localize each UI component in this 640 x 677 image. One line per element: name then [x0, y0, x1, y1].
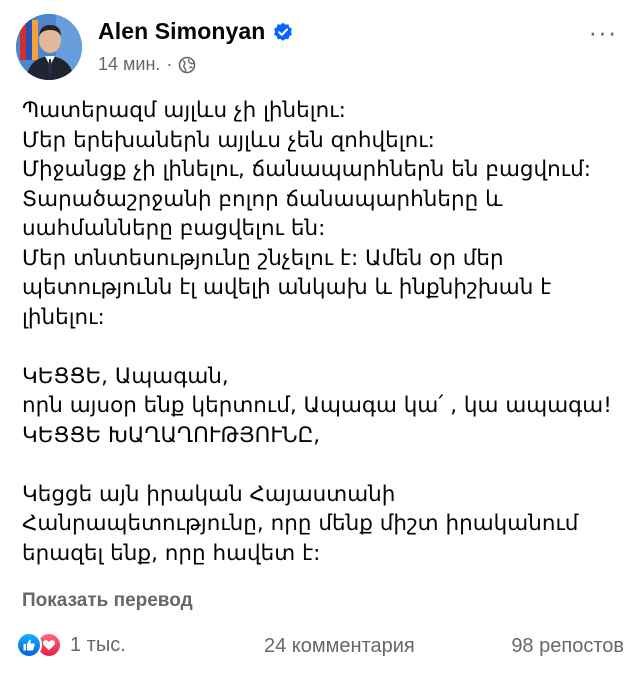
post-footer: 1 тыс. 24 комментария 98 репостов: [16, 632, 624, 664]
shares-count-link[interactable]: 98 репостов: [511, 635, 624, 658]
like-icon: [16, 632, 42, 658]
post-paragraph: Պատերազմ այլևս չի լինելու: Մեր երեխաներն…: [22, 98, 591, 330]
post-time[interactable]: 14 мин.: [98, 54, 160, 75]
meta-separator: ·: [166, 54, 173, 74]
post-paragraph: ԿԵՑՑԵ, Ապագան, որն այսօր ենք կերտում, Ապ…: [22, 363, 612, 448]
more-options-button[interactable]: ···: [586, 19, 620, 45]
author-name[interactable]: Alen Simonyan: [98, 18, 265, 45]
verified-badge-icon: [273, 22, 293, 42]
comments-count-link[interactable]: 24 комментария: [264, 635, 415, 658]
author-avatar[interactable]: [16, 14, 82, 80]
show-translation-link[interactable]: Показать перевод: [22, 590, 193, 612]
reactions-summary[interactable]: 1 тыс.: [16, 632, 126, 658]
globe-icon[interactable]: [178, 56, 196, 74]
reactions-count: 1 тыс.: [70, 633, 126, 656]
avatar-portrait: [16, 14, 82, 80]
post-text: Պատերազմ այլևս չի լինելու: Մեր երեխաներն…: [22, 96, 622, 568]
post-paragraph: Կեցցե այն իրական Հայաստանի Հանրապետությո…: [22, 481, 579, 566]
post-header: Alen Simonyan 14 мин. · ···: [16, 14, 624, 80]
